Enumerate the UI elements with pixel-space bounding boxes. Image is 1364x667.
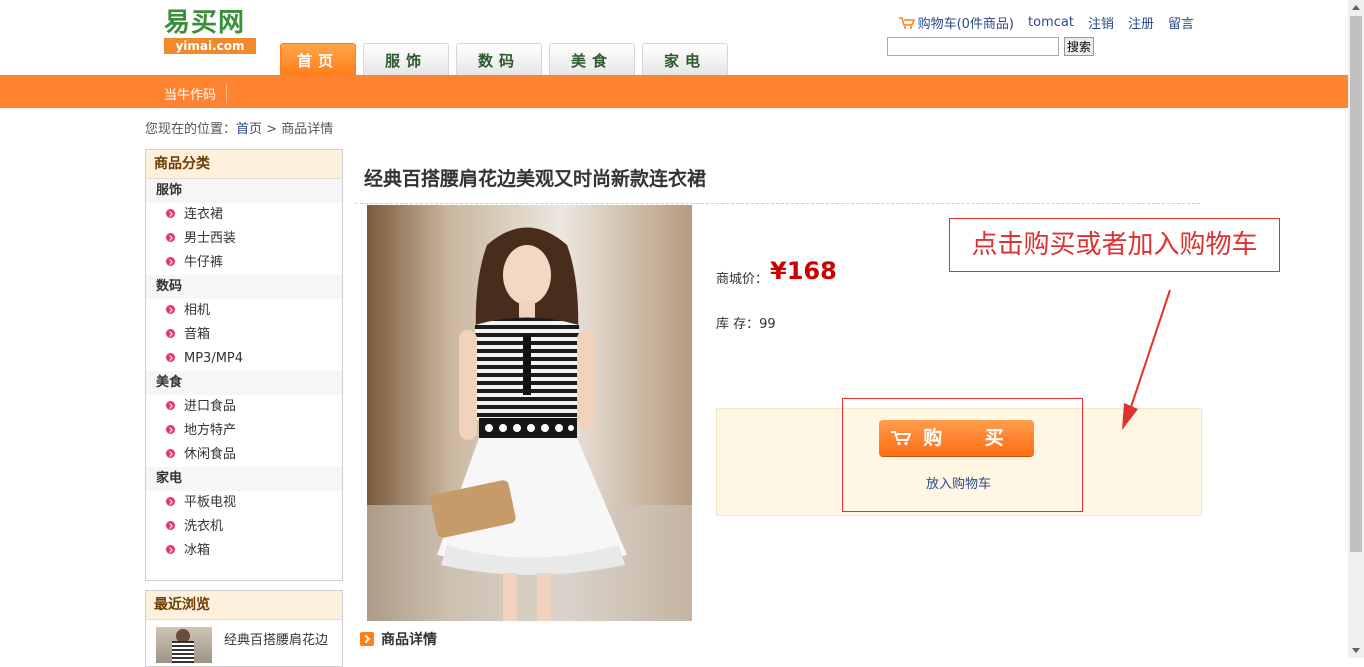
bullet-arrow-icon (166, 233, 175, 242)
category-item-label: 洗衣机 (184, 519, 224, 534)
breadcrumb: 您现在的位置：首页 > 商品详情 (145, 118, 333, 137)
category-group[interactable]: 服饰 (146, 179, 342, 203)
category-item[interactable]: 牛仔裤 (146, 251, 342, 275)
top-user-nav: 购物车(0件商品) tomcat 注销 注册 留言 (898, 13, 1194, 32)
annotation-callout: 点击购买或者加入购物车 (949, 218, 1280, 272)
vertical-scrollbar[interactable] (1348, 0, 1364, 658)
price-label: 商城价： (716, 272, 769, 287)
scrollbar-thumb[interactable] (1350, 16, 1362, 552)
category-item-label: 音箱 (184, 327, 211, 342)
logo-text: 易买网 (164, 8, 246, 38)
category-item[interactable]: 地方特产 (146, 419, 342, 443)
annotation-highlight-box (842, 398, 1083, 512)
category-item[interactable]: 洗衣机 (146, 515, 342, 539)
product-detail-label: 商品详情 (381, 632, 437, 648)
category-item-label: 连衣裙 (184, 207, 224, 222)
category-item[interactable]: 男士西装 (146, 227, 342, 251)
category-item-label: 牛仔裤 (184, 255, 224, 270)
title-divider (355, 203, 1200, 204)
category-item[interactable]: 平板电视 (146, 491, 342, 515)
recent-item-link[interactable]: 经典百搭腰肩花边 (224, 629, 328, 648)
sub-nav-bar: 当牛作码 (0, 75, 1348, 108)
product-price: ¥168 (770, 257, 837, 285)
scroll-down-icon[interactable] (1352, 648, 1360, 653)
search-input[interactable] (887, 37, 1059, 56)
bullet-arrow-icon (166, 425, 175, 434)
search-bar: 搜索 (887, 37, 1095, 56)
bullet-arrow-icon (166, 401, 175, 410)
category-item[interactable]: MP3/MP4 (146, 347, 342, 371)
tab-digital[interactable]: 数码 (456, 43, 542, 75)
category-group[interactable]: 美食 (146, 371, 342, 395)
category-item-label: 男士西装 (184, 231, 237, 246)
breadcrumb-home[interactable]: 首页 (236, 122, 262, 137)
product-stock: 库 存：99 (716, 317, 776, 332)
bullet-arrow-icon (166, 257, 175, 266)
cart-label: 购物车(0件商品) (917, 17, 1015, 32)
category-item[interactable]: 音箱 (146, 323, 342, 347)
product-image (367, 205, 692, 621)
category-item-label: 平板电视 (184, 495, 237, 510)
register-link[interactable]: 注册 (1128, 13, 1154, 32)
bullet-arrow-icon (166, 329, 175, 338)
logout-link[interactable]: 注销 (1088, 13, 1114, 32)
annotation-arrow-icon (1122, 289, 1171, 430)
bullet-arrow-icon (166, 209, 175, 218)
tab-apparel[interactable]: 服饰 (363, 43, 449, 75)
bullet-arrow-icon (166, 521, 175, 530)
sub-nav-item[interactable]: 当牛作码 (164, 84, 228, 103)
category-item[interactable]: 休闲食品 (146, 443, 342, 467)
breadcrumb-prefix: 您现在的位置： (145, 122, 237, 137)
category-item-label: 地方特产 (184, 423, 237, 438)
user-link[interactable]: tomcat (1028, 15, 1074, 30)
category-item[interactable]: 进口食品 (146, 395, 342, 419)
product-detail-heading: 商品详情 (360, 629, 437, 649)
bullet-arrow-icon (166, 353, 175, 362)
category-sidebar: 商品分类 服饰 连衣裙 男士西装 牛仔裤 数码 相机 音箱 MP3/MP4 美食… (145, 149, 343, 581)
category-item[interactable]: 相机 (146, 299, 342, 323)
tab-appliance[interactable]: 家电 (642, 43, 728, 75)
breadcrumb-separator: > (266, 122, 278, 137)
category-title: 商品分类 (146, 150, 342, 179)
site-logo[interactable]: 易买网 yimai.com (164, 8, 258, 56)
breadcrumb-current: 商品详情 (281, 122, 334, 137)
category-item-label: 进口食品 (184, 399, 237, 414)
category-item-label: MP3/MP4 (184, 351, 244, 366)
scroll-up-icon[interactable] (1352, 5, 1360, 10)
product-title: 经典百搭腰肩花边美观又时尚新款连衣裙 (364, 168, 707, 190)
category-item-label: 休闲食品 (184, 447, 237, 462)
category-item[interactable]: 冰箱 (146, 539, 342, 563)
recent-title: 最近浏览 (146, 591, 342, 620)
category-item-label: 冰箱 (184, 543, 211, 558)
bullet-arrow-icon (166, 305, 175, 314)
category-item[interactable]: 连衣裙 (146, 203, 342, 227)
recently-viewed: 最近浏览 经典百搭腰肩花边 (145, 590, 343, 667)
logo-domain: yimai.com (164, 38, 256, 54)
category-item-label: 相机 (184, 303, 211, 318)
product-photo-illustration (367, 205, 692, 621)
section-arrow-icon (360, 632, 374, 646)
search-button[interactable]: 搜索 (1064, 37, 1095, 56)
tab-home[interactable]: 首页 (280, 43, 356, 75)
tab-food[interactable]: 美食 (549, 43, 635, 75)
bullet-arrow-icon (166, 449, 175, 458)
cart-icon (898, 17, 915, 29)
cart-link[interactable]: 购物车(0件商品) (898, 13, 1015, 32)
message-link[interactable]: 留言 (1168, 13, 1194, 32)
bullet-arrow-icon (166, 497, 175, 506)
main-nav-tabs: 首页 服饰 数码 美食 家电 (280, 43, 728, 75)
category-group[interactable]: 数码 (146, 275, 342, 299)
bullet-arrow-icon (166, 545, 175, 554)
category-group[interactable]: 家电 (146, 467, 342, 491)
